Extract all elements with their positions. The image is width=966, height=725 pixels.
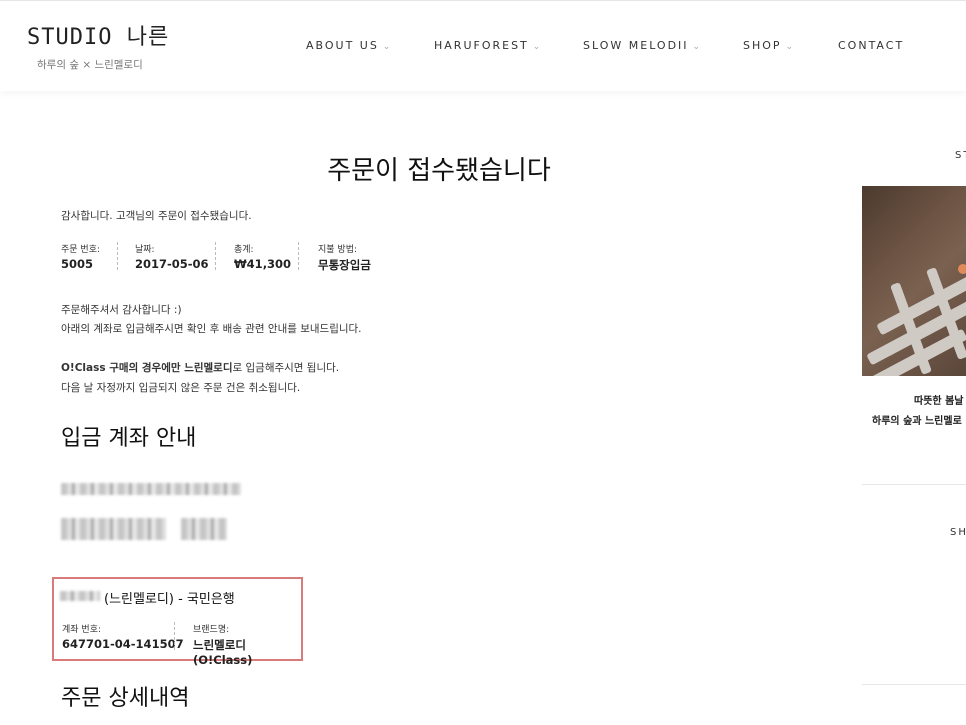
- oclass-note-bold: O!Class 구매의 경우에만 느린멜로디: [61, 362, 233, 374]
- divider: [862, 684, 966, 685]
- main-content: 주문이 접수됐습니다 감사합니다. 고객님의 주문이 접수됐습니다. 주문 번호…: [0, 90, 860, 725]
- nav-slow-melodii[interactable]: SLOW MELODII ⌄: [583, 39, 702, 52]
- bank-section-title: 입금 계좌 안내: [61, 426, 197, 451]
- divider: [862, 484, 966, 485]
- blurred-text: [61, 518, 166, 540]
- bank-name: (느린멜로디) - 국민은행: [104, 592, 235, 607]
- sidebar: ST 따뜻한 봄날 하루의 숲과 느린멜로 SH: [862, 90, 966, 725]
- nav-label: SHOP: [743, 39, 782, 52]
- site-header: STUDIO 나른 하루의 숲 × 느린멜로디 ABOUT US ⌄ HARUFO…: [0, 0, 966, 91]
- chevron-down-icon: ⌄: [382, 42, 393, 52]
- nav-about-us[interactable]: ABOUT US ⌄: [306, 39, 392, 52]
- order-number: 주문 번호: 5005: [61, 242, 100, 271]
- image-detail: [958, 264, 966, 274]
- oclass-note: O!Class 구매의 경우에만 느린멜로디로 입금해주시면 됩니다.: [61, 360, 339, 375]
- chevron-down-icon: ⌄: [785, 42, 796, 52]
- sidebar-caption[interactable]: 따뜻한 봄날: [914, 392, 963, 407]
- order-total-value: ₩41,300: [234, 257, 292, 271]
- cancel-policy-note: 다음 날 자정까지 입금되지 않은 주문 건은 취소됩니다.: [61, 382, 301, 394]
- sidebar-heading: ST: [955, 150, 966, 161]
- page-title: 주문이 접수됐습니다: [327, 156, 551, 186]
- divider: [215, 242, 216, 270]
- order-total-label: 총계:: [234, 245, 254, 255]
- sidebar-heading: SH: [950, 527, 966, 538]
- payment-method: 지불 방법: 무통장입금: [318, 242, 371, 273]
- nav-shop[interactable]: SHOP ⌄: [743, 39, 795, 52]
- oclass-note-rest: 로 입금해주시면 됩니다.: [232, 362, 340, 374]
- divider: [174, 622, 175, 650]
- blurred-text: [60, 591, 100, 601]
- order-date: 날짜: 2017-05-06: [135, 242, 209, 271]
- sidebar-image[interactable]: [862, 186, 966, 376]
- payment-method-value: 무통장입금: [318, 258, 371, 272]
- site-logo[interactable]: STUDIO 나른: [27, 19, 169, 51]
- sidebar-caption[interactable]: 하루의 숲과 느린멜로: [872, 412, 962, 427]
- order-details-title: 주문 상세내역: [61, 686, 190, 711]
- brand-name: 브랜드명: 느린멜로디 (O!Class): [193, 622, 301, 667]
- account-number-value: 647701-04-141507: [62, 637, 184, 651]
- blurred-text: [181, 518, 227, 540]
- blurred-text: [61, 483, 241, 495]
- order-number-value: 5005: [61, 257, 94, 271]
- chevron-down-icon: ⌄: [532, 42, 543, 52]
- order-date-label: 날짜:: [135, 245, 155, 255]
- nav-label: SLOW MELODII: [583, 39, 689, 52]
- order-total: 총계: ₩41,300: [234, 242, 291, 271]
- order-thanks-text: 감사합니다. 고객님의 주문이 접수됐습니다.: [61, 210, 252, 222]
- payment-method-label: 지불 방법:: [318, 245, 358, 255]
- site-tagline: 하루의 숲 × 느린멜로디: [37, 59, 143, 71]
- brand-name-label: 브랜드명:: [193, 625, 230, 635]
- order-date-value: 2017-05-06: [135, 257, 209, 271]
- nav-label: ABOUT US: [306, 39, 379, 52]
- nav-haruforest[interactable]: HARUFOREST ⌄: [434, 39, 542, 52]
- brand-name-value: 느린멜로디 (O!Class): [193, 638, 253, 667]
- divider: [298, 242, 299, 270]
- nav-contact[interactable]: CONTACT: [838, 39, 904, 52]
- deposit-instruction: 아래의 계좌로 입금해주시면 확인 후 배송 관련 안내를 보내드립니다.: [61, 323, 362, 335]
- bank-account-box: (느린멜로디) - 국민은행 계좌 번호: 647701-04-141507 브…: [52, 577, 303, 667]
- account-number: 계좌 번호: 647701-04-141507: [62, 622, 184, 651]
- divider: [117, 242, 118, 270]
- nav-label: CONTACT: [838, 39, 905, 52]
- chevron-down-icon: ⌄: [692, 42, 703, 52]
- account-number-label: 계좌 번호:: [62, 625, 102, 635]
- nav-label: HARUFOREST: [434, 39, 529, 52]
- order-number-label: 주문 번호:: [61, 245, 101, 255]
- thank-you-note: 주문해주셔서 감사합니다 :): [61, 304, 182, 316]
